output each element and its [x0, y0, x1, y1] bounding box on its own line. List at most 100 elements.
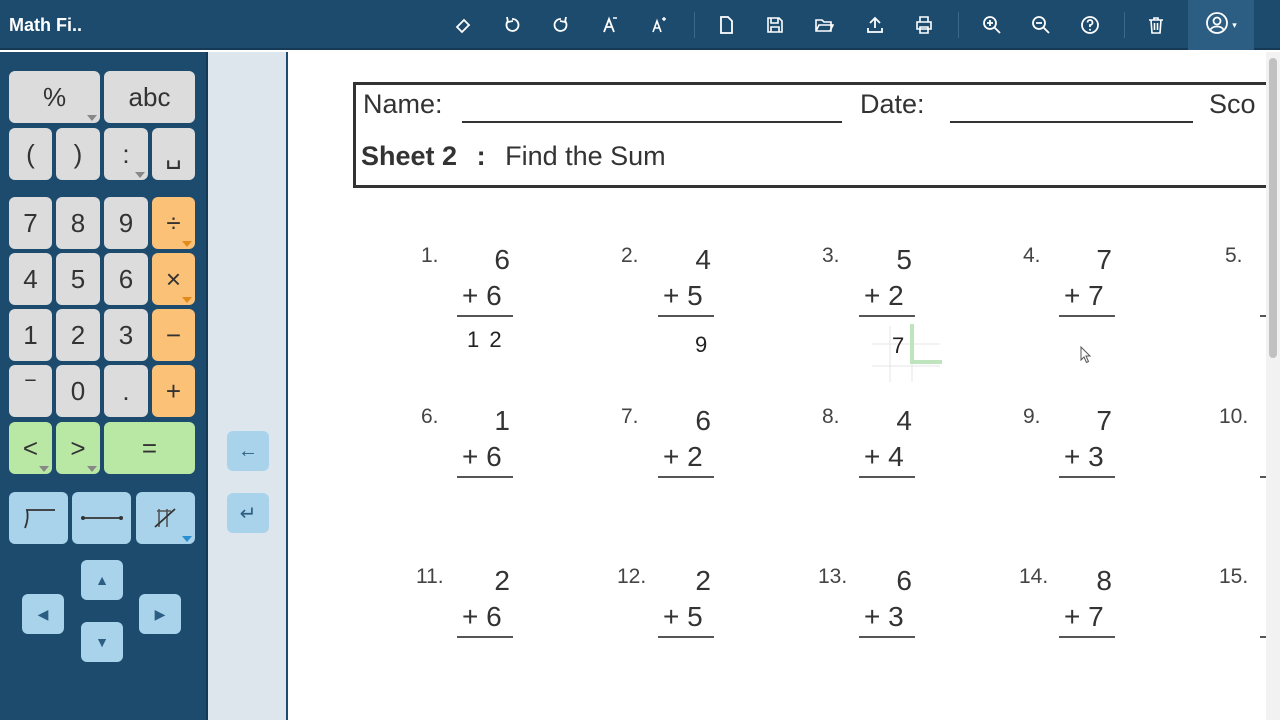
upload-icon[interactable] [857, 7, 893, 43]
print-icon[interactable] [906, 7, 942, 43]
answer-line [658, 636, 714, 638]
abc-key[interactable]: abc [104, 71, 195, 123]
less-than-key[interactable]: < [9, 422, 52, 474]
digit-6-key[interactable]: 6 [104, 253, 148, 305]
digit-1-key[interactable]: 1 [9, 309, 52, 361]
problem-number: 6. [421, 405, 439, 428]
chevron-down-icon [39, 466, 49, 472]
key-label: < [22, 432, 39, 463]
digit-2-key[interactable]: 2 [56, 309, 100, 361]
vertical-scrollbar[interactable] [1266, 52, 1280, 720]
problem-number: 7. [621, 405, 639, 428]
help-icon[interactable] [1072, 7, 1108, 43]
toolbar-separator [1124, 12, 1125, 38]
eraser-icon[interactable] [445, 7, 481, 43]
fraction-line-key[interactable] [72, 492, 131, 544]
enter-button[interactable]: ↵ [227, 493, 269, 533]
line-segment-icon [80, 516, 123, 520]
toolbar-separator [958, 12, 959, 38]
top-toolbar: Math Fi.. ▾ [0, 0, 1280, 50]
digit-0-key[interactable]: 0 [56, 365, 100, 417]
backspace-button[interactable]: ← [227, 431, 269, 471]
colon-key[interactable]: : [104, 128, 148, 180]
key-label: % [42, 81, 67, 112]
answer-field[interactable]: 7 [892, 333, 906, 359]
digit-5-key[interactable]: 5 [56, 253, 100, 305]
arrow-left-button[interactable]: ◀ [22, 594, 64, 634]
problem-addend: + 5 [663, 601, 703, 632]
key-label: × [165, 263, 182, 294]
new-page-icon[interactable] [708, 7, 744, 43]
trash-icon[interactable] [1138, 7, 1174, 43]
worksheet: Name: Date: Sco Sheet 2 : Find the Sum 1… [290, 52, 1266, 720]
left-paren-key[interactable]: ( [9, 128, 52, 180]
cross-out-key[interactable] [136, 492, 195, 544]
problem-number: 8. [822, 405, 840, 428]
arrow-down-button[interactable]: ▼ [81, 622, 123, 662]
problem-number: 11. [416, 565, 444, 588]
open-folder-icon[interactable] [806, 7, 842, 43]
user-menu-button[interactable]: ▾ [1188, 0, 1254, 50]
digit-8-key[interactable]: 8 [56, 197, 100, 249]
answer-field[interactable]: 9 [695, 332, 709, 358]
redo-icon[interactable] [543, 7, 579, 43]
font-larger-icon[interactable] [641, 7, 677, 43]
digit-3-key[interactable]: 3 [104, 309, 148, 361]
arrow-right-icon: ▶ [154, 605, 166, 622]
minus-key[interactable]: − [152, 309, 195, 361]
key-label: : [122, 138, 130, 169]
problem-top-operand: 7 [1096, 244, 1112, 275]
arrow-up-button[interactable]: ▲ [81, 560, 123, 600]
multiply-key[interactable]: × [152, 253, 195, 305]
answer-line [457, 476, 513, 478]
space-key[interactable]: ␣ [152, 128, 195, 180]
divide-key[interactable]: ÷ [152, 197, 195, 249]
equals-key[interactable]: = [104, 422, 195, 474]
answer-field[interactable]: 1 2 [467, 327, 504, 353]
scrollbar-thumb[interactable] [1269, 58, 1277, 358]
answer-line [457, 315, 513, 317]
chevron-down-icon [182, 297, 192, 303]
font-smaller-icon[interactable] [592, 7, 628, 43]
save-icon[interactable] [757, 7, 793, 43]
problem-top-operand: 2 [494, 565, 510, 596]
arrow-up-icon: ▲ [95, 572, 109, 588]
problem-addend: + 7 [1064, 280, 1104, 311]
problem-number: 15. [1219, 565, 1249, 588]
name-label: Name: [363, 89, 443, 119]
date-blank[interactable] [950, 121, 1193, 123]
sheet-subtitle: Find the Sum [505, 141, 666, 171]
problem-addend: + 6 [462, 441, 502, 472]
problem-top-operand: 4 [896, 405, 912, 436]
problem-addend: + 4 [864, 441, 904, 472]
digit-4-key[interactable]: 4 [9, 253, 52, 305]
name-blank[interactable] [462, 121, 842, 123]
problem-addend: + 2 [864, 280, 904, 311]
greater-than-key[interactable]: > [56, 422, 100, 474]
app-title: Math Fi.. [9, 15, 82, 35]
digit-7-key[interactable]: 7 [9, 197, 52, 249]
long-division-key[interactable] [9, 492, 68, 544]
digit-9-key[interactable]: 9 [104, 197, 148, 249]
problem-addend: + 6 [462, 601, 502, 632]
right-paren-key[interactable]: ) [56, 128, 100, 180]
enter-icon: ↵ [239, 502, 257, 525]
problem-number: 2. [621, 244, 639, 267]
bar-key[interactable]: ‾ [9, 365, 52, 417]
problem-top-operand: 2 [695, 565, 711, 596]
answer-line [658, 315, 714, 317]
problem-number: 5. [1225, 244, 1243, 267]
mouse-cursor-icon [1080, 346, 1092, 364]
problem-top-operand: 6 [896, 565, 912, 596]
zoom-in-icon[interactable] [974, 7, 1010, 43]
plus-key[interactable]: + [152, 365, 195, 417]
answer-line [1059, 476, 1115, 478]
answer-line [859, 476, 915, 478]
percent-key[interactable]: % [9, 71, 100, 123]
decimal-key[interactable]: . [104, 365, 148, 417]
sheet-title: Sheet 2 : Find the Sum [361, 141, 666, 172]
undo-icon[interactable] [494, 7, 530, 43]
arrow-right-button[interactable]: ▶ [139, 594, 181, 634]
chevron-down-icon [135, 172, 145, 178]
zoom-out-icon[interactable] [1023, 7, 1059, 43]
